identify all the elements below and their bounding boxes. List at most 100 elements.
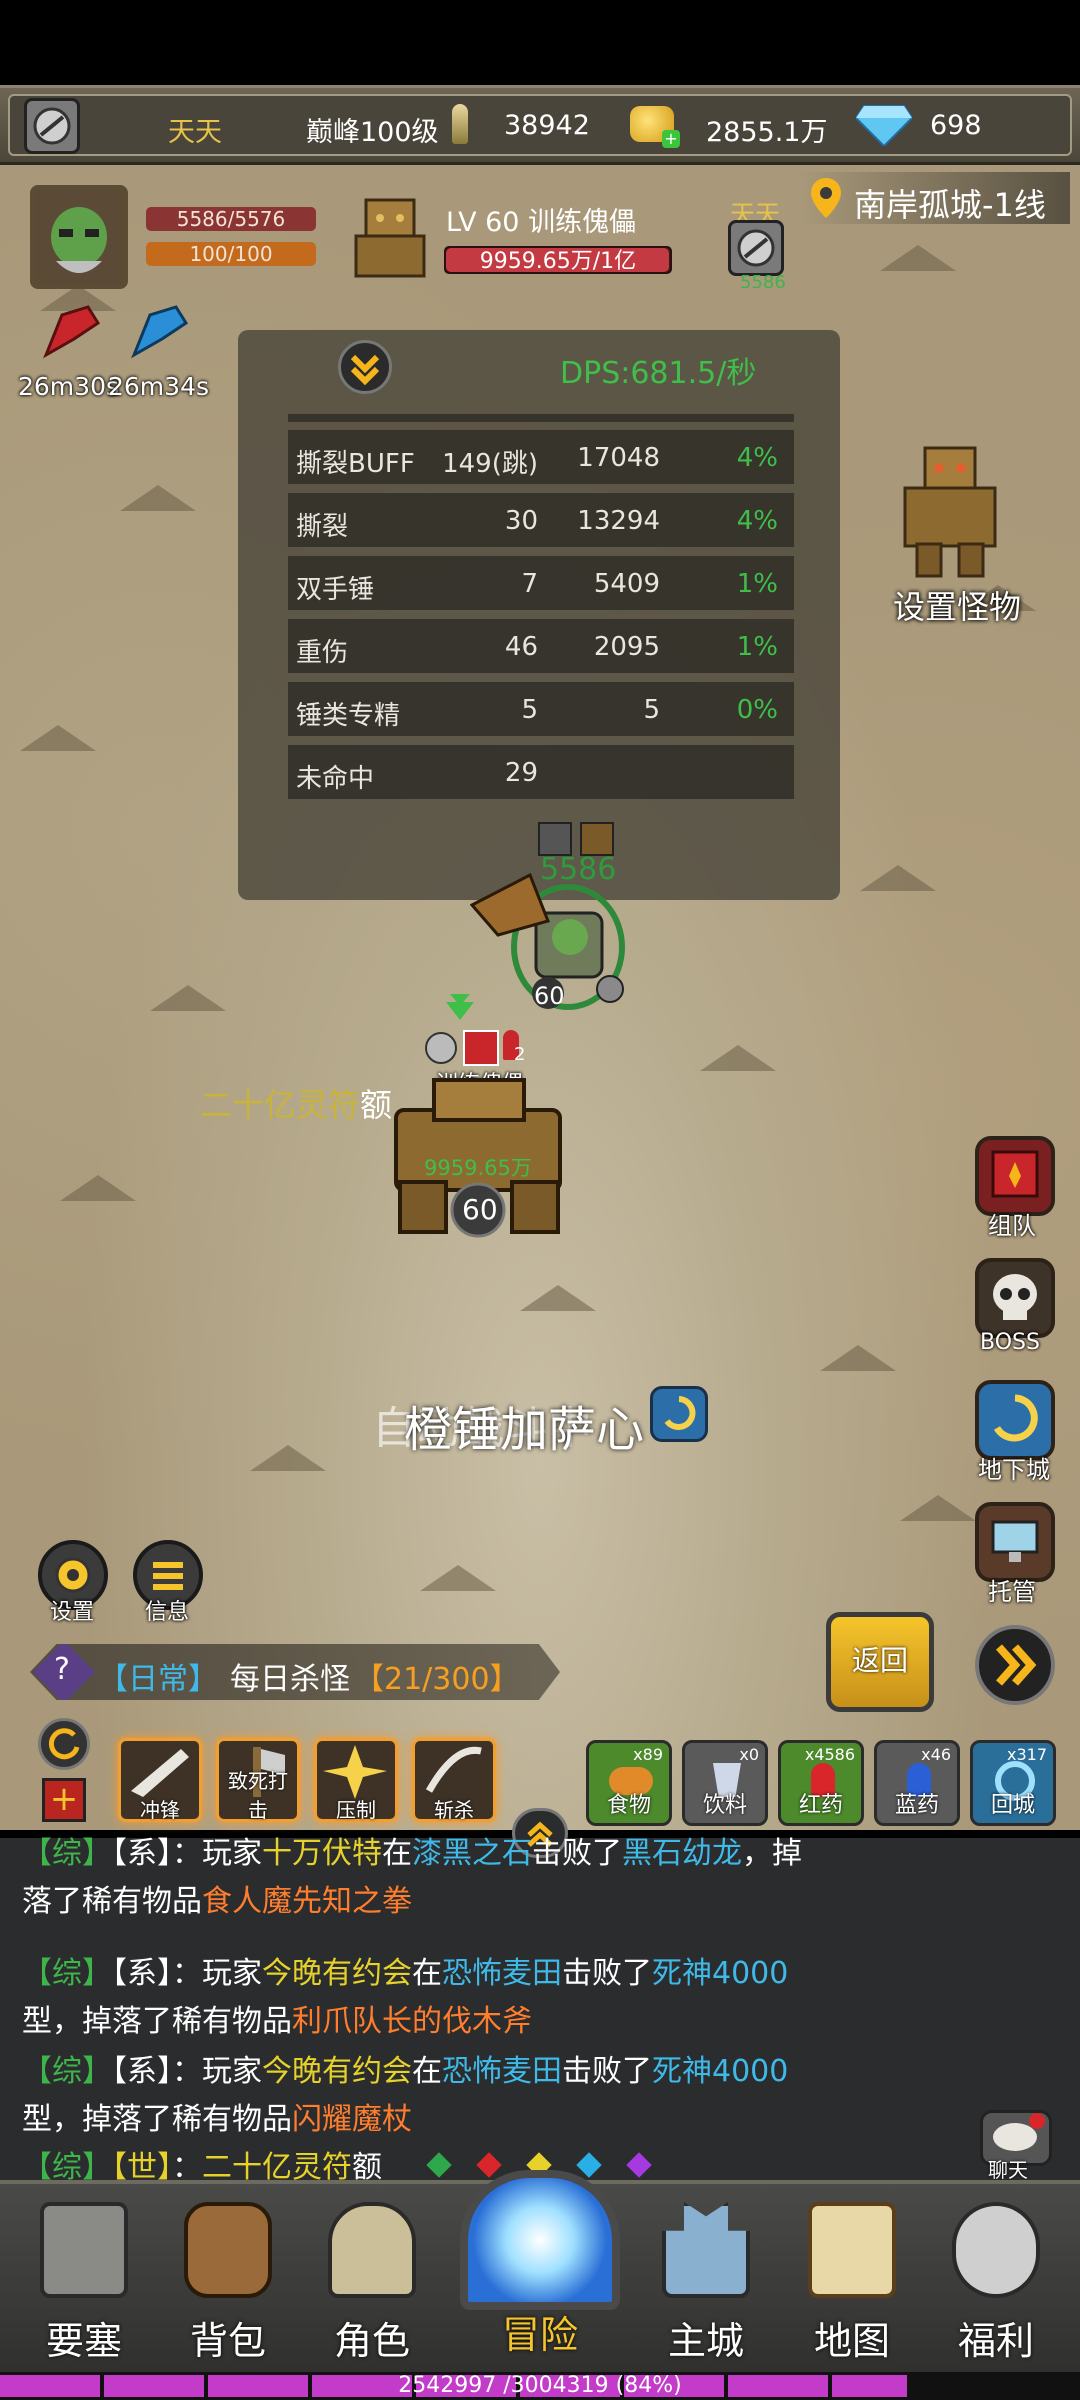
burst-icon <box>323 1745 387 1799</box>
dungeon-button[interactable] <box>975 1380 1055 1460</box>
castle-icon <box>662 2202 750 2298</box>
dps-row: 重伤 46 2095 1% <box>288 619 794 673</box>
add-skill-button[interactable]: + <box>42 1778 86 1822</box>
item-food[interactable]: x89 食物 <box>586 1740 672 1826</box>
item-drink-label: 饮料 <box>702 1793 747 1818</box>
nav-fortress[interactable]: 要塞 <box>14 2202 154 2372</box>
nav-character[interactable]: 角色 <box>302 2202 442 2372</box>
team-button[interactable] <box>975 1136 1055 1216</box>
dps-cell-pct: 4% <box>736 443 778 473</box>
player-avatar-icon[interactable] <box>24 98 80 154</box>
skill-mortal-strike[interactable]: 致死打击 <box>216 1738 300 1822</box>
dps-value: DPS:681.5/秒 <box>560 356 757 391</box>
dps-cell-damage: 5 <box>643 695 660 725</box>
item-return-scroll[interactable]: x317 回城 <box>970 1740 1056 1826</box>
skill-overpower-label: 压制 <box>336 1798 376 1822</box>
dps-row: 撕裂BUFF 149(跳) 17048 4% <box>288 430 794 484</box>
chevron-down-icon <box>350 354 380 386</box>
boss-button[interactable] <box>975 1258 1055 1338</box>
hero-hp-bar: 5586/5576 <box>146 207 316 231</box>
player-name: 天天 <box>168 117 222 148</box>
chat-line-2: 【综】【系】：玩家今晚有约会在恐怖麦田击败了死神4000 型，掉落了稀有物品利爪… <box>22 1956 789 2039</box>
dps-cell-hits: 46 <box>504 632 538 662</box>
item-red-potion-count: x4586 <box>804 1745 855 1764</box>
loot-swirl-icon[interactable] <box>650 1386 708 1442</box>
gold-value: 2855.1万 <box>706 117 828 148</box>
status-bar <box>0 0 1080 85</box>
fast-forward-button[interactable] <box>975 1625 1055 1705</box>
auto-manage-button[interactable] <box>975 1502 1055 1582</box>
dps-cell-damage: 13294 <box>577 506 660 536</box>
set-monster-icon[interactable] <box>895 440 1005 580</box>
party-member-avatar[interactable] <box>728 220 784 276</box>
skull-icon <box>993 1274 1037 1320</box>
set-monster-label[interactable]: 设置怪物 <box>893 582 1021 628</box>
map-scroll-icon <box>808 2202 896 2298</box>
dps-cell-damage: 5409 <box>593 569 660 599</box>
helmet-icon <box>328 2202 416 2298</box>
skill-execute[interactable]: 斩杀 <box>412 1738 496 1822</box>
dps-cell-name: 锤类专精 <box>296 701 401 731</box>
item-blue-potion-label: 蓝药 <box>894 1793 939 1818</box>
dps-panel: DPS:681.5/秒 撕裂BUFF 149(跳) 17048 4% 撕裂 30 13294… <box>238 330 840 900</box>
target-hp-bar: 9959.65万/1亿 <box>444 246 672 274</box>
gold-icon[interactable]: + <box>630 106 680 148</box>
diamond-value: 698 <box>930 110 982 141</box>
diamond-icon[interactable] <box>854 104 914 150</box>
dummy-level-badge: 60 <box>462 1193 498 1226</box>
experience-bar: 2542997 /3004319 (84%) <box>0 2372 1080 2400</box>
daily-quest-bar[interactable]: ? 【日常】 每日杀怪 【21/300】 <box>30 1644 560 1700</box>
dps-cell-damage: 17048 <box>577 443 660 473</box>
nav-adventure[interactable]: 冒险 <box>450 2170 630 2357</box>
team-flag-icon <box>991 1150 1039 1198</box>
chat-line-1: 【综】【系】：玩家十万伏特在漆黑之石击败了黑石幼龙，掉 落了稀有物品食人魔先知之… <box>22 1836 802 1919</box>
dps-row: 未命中 29 <box>288 745 794 799</box>
dps-cell-pct: 0% <box>736 695 778 725</box>
party-member-hp: 5586 <box>740 272 786 293</box>
cycle-skill-button[interactable] <box>38 1718 90 1770</box>
nav-main-city[interactable]: 主城 <box>636 2202 776 2372</box>
dps-cell-hits: 7 <box>521 569 538 599</box>
target-portrait[interactable] <box>348 192 432 280</box>
dps-cell-name: 双手锤 <box>296 575 375 605</box>
slash-icon <box>425 1746 482 1793</box>
chat-panel[interactable]: 【综】【系】：玩家十万伏特在漆黑之石击败了黑石幼龙，掉 落了稀有物品食人魔先知之… <box>0 1808 1080 2185</box>
item-food-count: x89 <box>633 1745 663 1764</box>
location-panel[interactable]: 南岸孤城-1线 <box>800 172 1070 224</box>
nav-welfare[interactable]: 福利 <box>926 2202 1066 2372</box>
dps-cell-pct: 1% <box>736 632 778 662</box>
skill-overpower[interactable]: 压制 <box>314 1738 398 1822</box>
floating-chat-name: 二十亿灵符 <box>200 1086 361 1124</box>
dps-cell-hits: 29 <box>504 758 538 788</box>
item-drink[interactable]: x0 饮料 <box>682 1740 768 1826</box>
quest-tag: 【日常】 <box>98 1662 218 1697</box>
buff-1-timer: 26m30s <box>18 372 120 401</box>
item-red-potion[interactable]: x4586 红药 <box>778 1740 864 1826</box>
location-pin-icon <box>811 178 841 218</box>
fortress-icon <box>40 2202 128 2298</box>
floating-chat-text: 二十亿灵符额 <box>200 1080 392 1126</box>
buff-2-icon[interactable] <box>128 305 192 365</box>
skill-mortal-strike-label: 致死打击 <box>228 1769 288 1822</box>
return-button[interactable]: 返回 <box>826 1612 934 1712</box>
item-blue-potion-count: x46 <box>921 1745 951 1764</box>
buff-1-icon[interactable] <box>40 305 104 365</box>
dps-cell-pct: 4% <box>736 506 778 536</box>
hero-portrait[interactable] <box>30 185 128 289</box>
experience-text: 2542997 /3004319 (84%) <box>398 2373 682 2398</box>
hero-hp-text: 5586/5576 <box>176 207 286 231</box>
item-blue-potion[interactable]: x46 蓝药 <box>874 1740 960 1826</box>
dps-cell-name: 撕裂BUFF <box>296 449 415 479</box>
skill-charge[interactable]: 冲锋 <box>118 1738 202 1822</box>
nav-map[interactable]: 地图 <box>782 2202 922 2372</box>
bottom-navigation: 要塞 背包 角色 冒险 主城 地图 福利 <box>0 2170 1080 2379</box>
hero-mp-bar: 100/100 <box>146 242 316 266</box>
item-drink-count: x0 <box>739 1745 759 1764</box>
swirl-icon <box>993 1394 1038 1442</box>
dps-cell-name: 重伤 <box>296 638 349 668</box>
dps-cell-hits: 5 <box>521 695 538 725</box>
dps-cell-name: 未命中 <box>296 764 375 794</box>
nav-backpack[interactable]: 背包 <box>158 2202 298 2372</box>
hero-mp-text: 100/100 <box>189 242 273 266</box>
collapse-panel-button[interactable] <box>338 340 392 394</box>
